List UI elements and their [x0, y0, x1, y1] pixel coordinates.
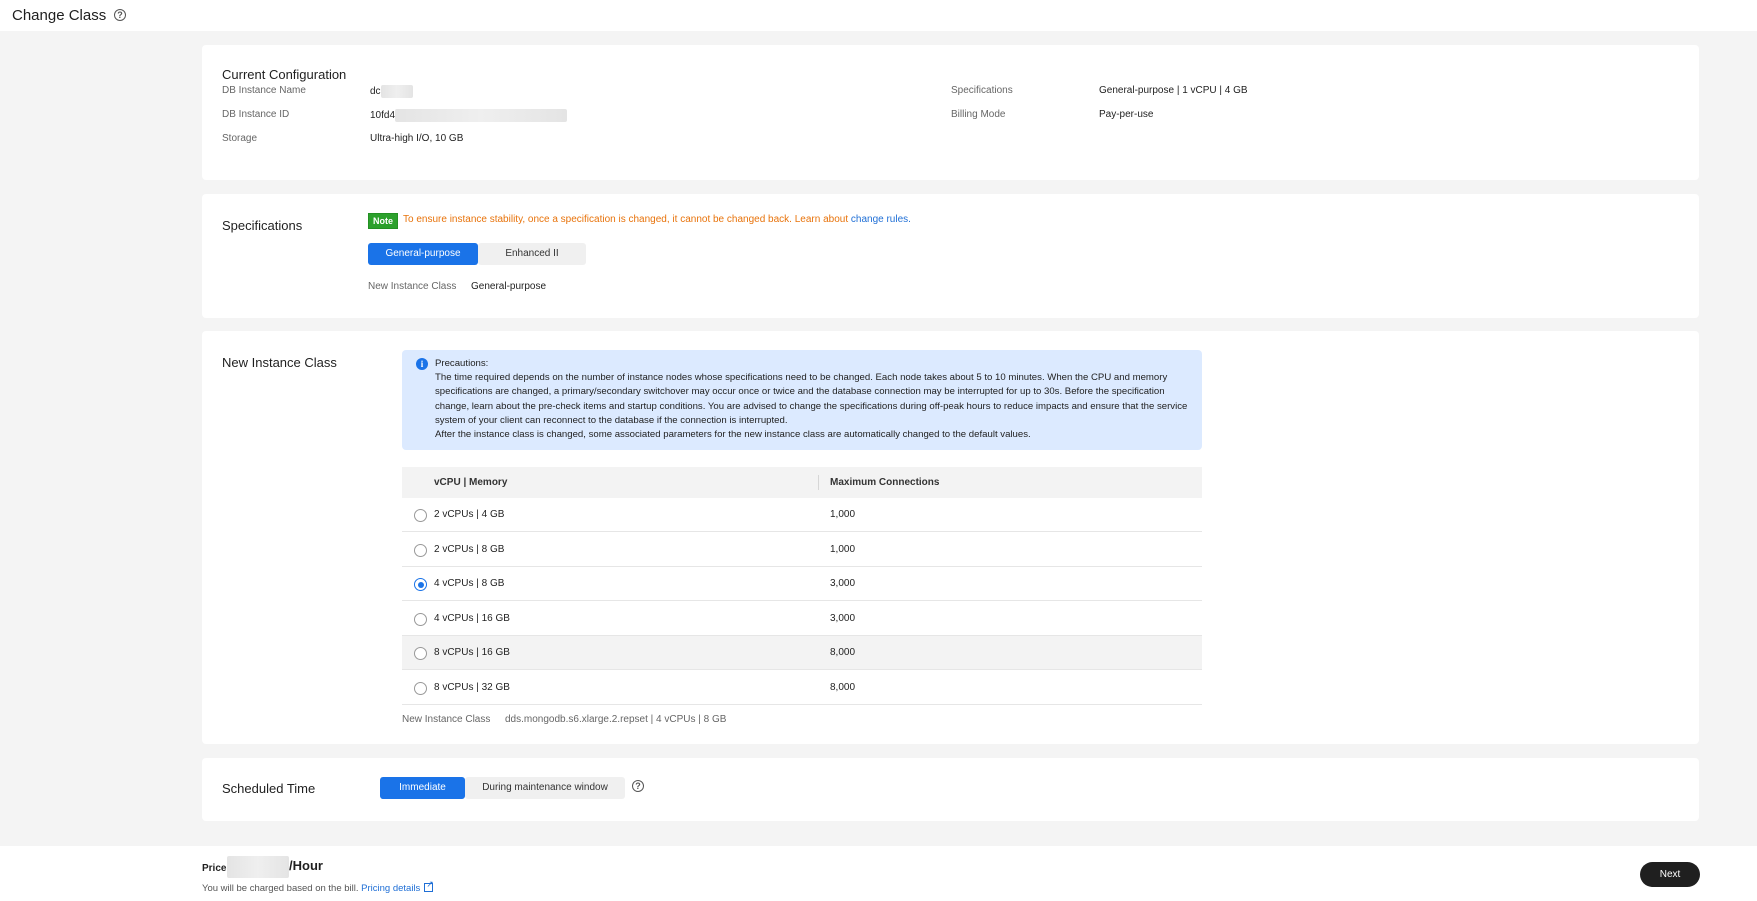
spec-option-enhanced-ii[interactable]: Enhanced II [478, 243, 586, 265]
radio-button-selected[interactable] [414, 578, 427, 591]
max-connections-cell: 1,000 [830, 544, 856, 555]
schedule-option-immediate[interactable]: Immediate [380, 777, 465, 799]
radio-button[interactable] [414, 647, 427, 660]
note-badge: Note [368, 213, 398, 229]
max-connections-cell: 8,000 [830, 647, 856, 658]
new-instance-class-title: New Instance Class [222, 355, 337, 370]
db-instance-id-label: DB Instance ID [222, 109, 290, 120]
current-configuration-card: Current Configuration DB Instance Name d… [202, 45, 1699, 180]
change-rules-link[interactable]: change rules. [851, 214, 911, 225]
masked-region [380, 85, 413, 98]
top-bar: Change Class ? [0, 0, 1757, 31]
precautions-title: Precautions: [435, 358, 489, 369]
precautions-alert: i Precautions: The time required depends… [402, 350, 1202, 450]
spec-cell: 4 vCPUs | 8 GB [434, 578, 505, 589]
note-text: To ensure instance stability, once a spe… [403, 214, 911, 225]
spec-cell: 4 vCPUs | 16 GB [434, 613, 510, 624]
page-title: Change Class [12, 7, 107, 24]
new-instance-class-label: New Instance Class [368, 281, 457, 292]
spec-option-general-purpose[interactable]: General-purpose [368, 243, 478, 265]
max-connections-cell: 3,000 [830, 578, 856, 589]
info-icon: i [416, 358, 428, 370]
spec-cell: 2 vCPUs | 4 GB [434, 509, 505, 520]
spec-cell: 8 vCPUs | 32 GB [434, 682, 510, 693]
table-row[interactable]: 4 vCPUs | 16 GB 3,000 [402, 602, 1202, 636]
max-connections-cell: 8,000 [830, 682, 856, 693]
radio-button[interactable] [414, 613, 427, 626]
column-header-vcpu-memory: vCPU | Memory [434, 477, 508, 488]
question-circle-icon[interactable]: ? [632, 780, 644, 792]
spec-cell: 8 vCPUs | 16 GB [434, 647, 510, 658]
storage-value: Ultra-high I/O, 10 GB [370, 133, 464, 144]
pricing-details-link[interactable]: Pricing details [361, 883, 420, 894]
new-instance-class-value: General-purpose [471, 281, 547, 292]
question-circle-icon[interactable]: ? [114, 9, 126, 21]
next-button[interactable]: Next [1640, 862, 1700, 887]
storage-label: Storage [222, 133, 258, 144]
masked-region [395, 109, 568, 122]
precautions-text: Precautions: The time required depends o… [435, 357, 1195, 442]
db-instance-name-value: dc [370, 85, 413, 98]
column-divider [818, 475, 819, 490]
table-row[interactable]: 2 vCPUs | 4 GB 1,000 [402, 498, 1202, 532]
db-instance-id-value: 10fd4 [370, 109, 568, 122]
specifications-card: Specifications Note To ensure instance s… [202, 194, 1699, 318]
db-instance-id-text: 10fd4 [370, 110, 396, 122]
spec-cell: 2 vCPUs | 8 GB [434, 544, 505, 555]
column-header-max-connections: Maximum Connections [830, 477, 940, 488]
billing-mode-value: Pay-per-use [1099, 109, 1154, 120]
summary-label: New Instance Class [402, 714, 491, 725]
summary-value: dds.mongodb.s6.xlarge.2.repset | 4 vCPUs… [505, 714, 727, 725]
db-instance-name-text: dc [370, 86, 381, 98]
external-link-icon[interactable] [424, 879, 434, 892]
db-instance-name-label: DB Instance Name [222, 85, 306, 96]
note-message: To ensure instance stability, once a spe… [403, 214, 851, 225]
billing-mode-label: Billing Mode [951, 109, 1006, 120]
specifications-label: Specifications [951, 85, 1013, 96]
table-row[interactable]: 8 vCPUs | 16 GB 8,000 [402, 636, 1202, 670]
table-row[interactable]: 8 vCPUs | 32 GB 8,000 [402, 671, 1202, 705]
radio-button[interactable] [414, 544, 427, 557]
scheduled-time-title: Scheduled Time [222, 781, 316, 796]
table-row[interactable]: 2 vCPUs | 8 GB 1,000 [402, 533, 1202, 567]
bill-note-text: You will be charged based on the bill. [202, 883, 362, 894]
price-footer: Price /Hour You will be charged based on… [0, 846, 1757, 901]
precautions-body: The time required depends on the number … [435, 372, 1188, 426]
table-header: vCPU | Memory Maximum Connections [402, 467, 1202, 498]
bill-note: You will be charged based on the bill. P… [202, 879, 434, 894]
max-connections-cell: 3,000 [830, 613, 856, 624]
schedule-option-maintenance-window[interactable]: During maintenance window [465, 777, 625, 799]
current-configuration-title: Current Configuration [222, 67, 347, 82]
masked-region [227, 856, 289, 878]
price-label: Price [202, 863, 227, 874]
max-connections-cell: 1,000 [830, 509, 856, 520]
radio-button[interactable] [414, 682, 427, 695]
precautions-footer: After the instance class is changed, som… [435, 429, 1031, 441]
table-row[interactable]: 4 vCPUs | 8 GB 3,000 [402, 567, 1202, 601]
specifications-value: General-purpose | 1 vCPU | 4 GB [1099, 85, 1248, 96]
price-unit: /Hour [289, 858, 323, 873]
new-instance-class-card: New Instance Class i Precautions: The ti… [202, 331, 1699, 744]
specifications-title: Specifications [222, 218, 303, 233]
radio-button[interactable] [414, 509, 427, 522]
scheduled-time-card: Scheduled Time Immediate During maintena… [202, 758, 1699, 821]
